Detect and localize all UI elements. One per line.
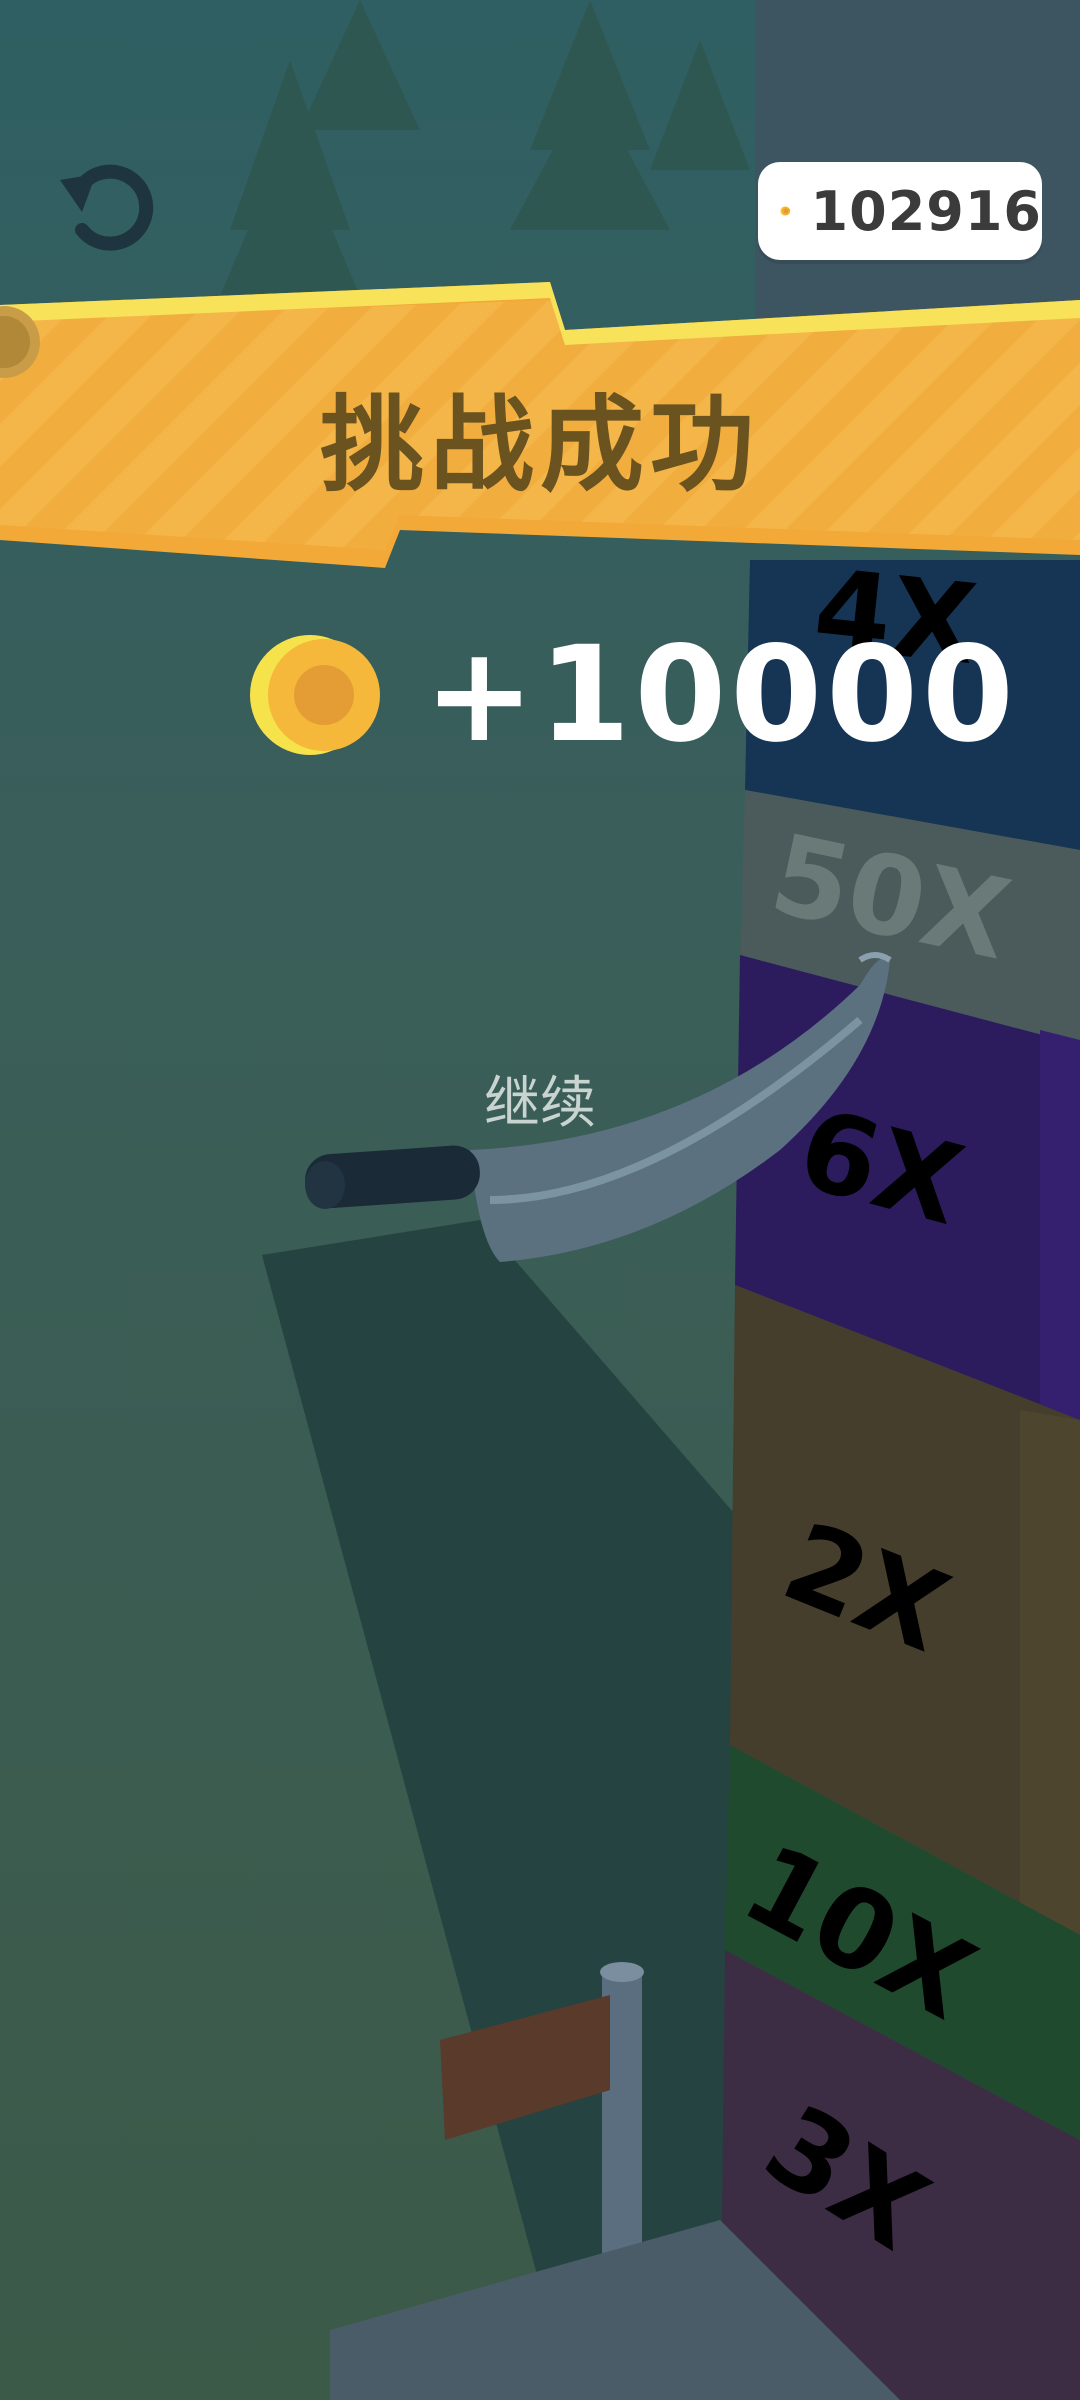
reward-value: +10000 — [424, 618, 1018, 772]
reward-coin-icon — [250, 635, 380, 755]
coin-icon — [780, 206, 791, 216]
block-6x-side — [1040, 1030, 1080, 1420]
coin-total: 102916 — [810, 179, 1042, 243]
reward-amount: +10000 — [250, 618, 1018, 772]
result-title: 挑战成功 — [319, 384, 760, 506]
block-2x-side — [1020, 1410, 1080, 1935]
continue-button[interactable]: 继续 — [420, 1058, 660, 1139]
right-backdrop — [755, 0, 1080, 320]
coin-counter[interactable]: 102916 — [758, 162, 1042, 260]
restart-icon[interactable] — [52, 150, 162, 260]
